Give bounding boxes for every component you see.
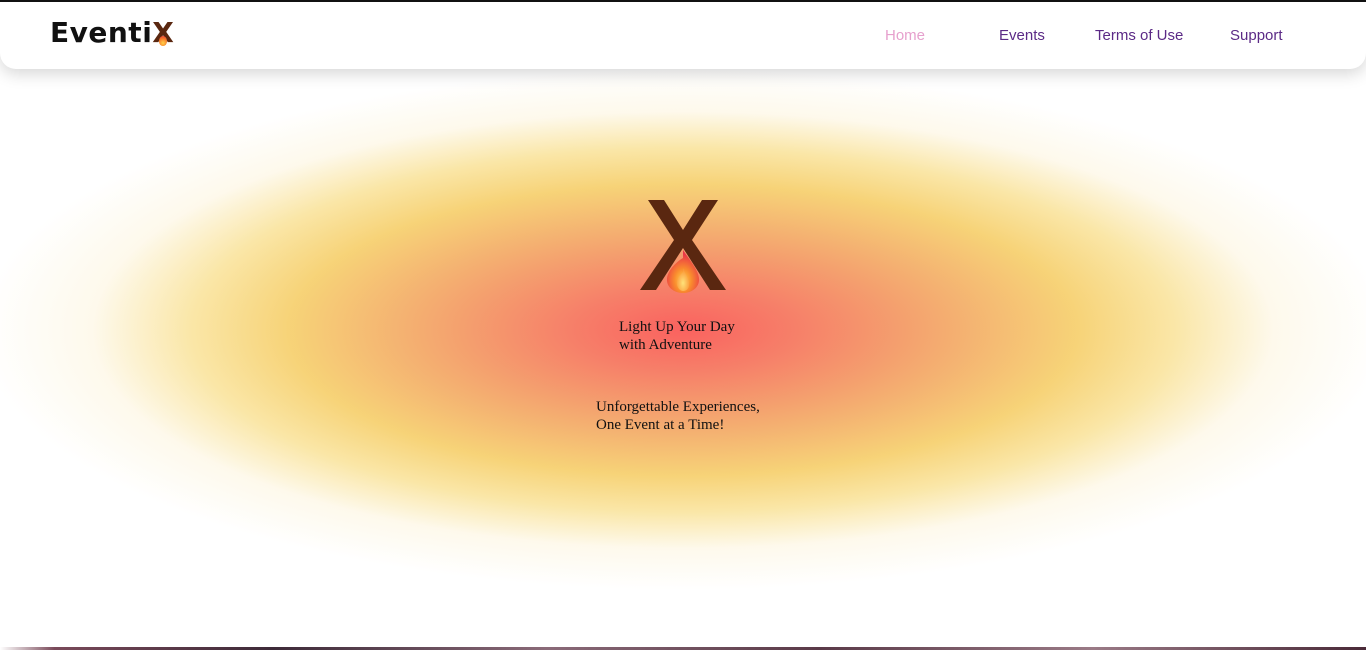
navbar: Eventi X Home Events Terms of Use Support <box>0 2 1366 69</box>
nav-link-terms-of-use[interactable]: Terms of Use <box>1095 27 1183 45</box>
nav-link-support[interactable]: Support <box>1230 27 1283 45</box>
hero-subline: Unforgettable Experiences, One Event at … <box>596 399 760 433</box>
hero-tagline: Light Up Your Day with Adventure <box>619 319 735 353</box>
brand-name-x: X <box>152 16 174 50</box>
nav-link-events[interactable]: Events <box>999 27 1045 45</box>
brand-logo[interactable]: Eventi X <box>50 16 174 50</box>
window-top-border <box>0 0 1366 2</box>
page: Eventi X Home Events Terms of Use Support… <box>0 0 1366 650</box>
brand-name-prefix: Eventi <box>50 16 153 49</box>
flame-x-icon <box>640 200 726 293</box>
nav-link-home[interactable]: Home <box>885 27 925 45</box>
